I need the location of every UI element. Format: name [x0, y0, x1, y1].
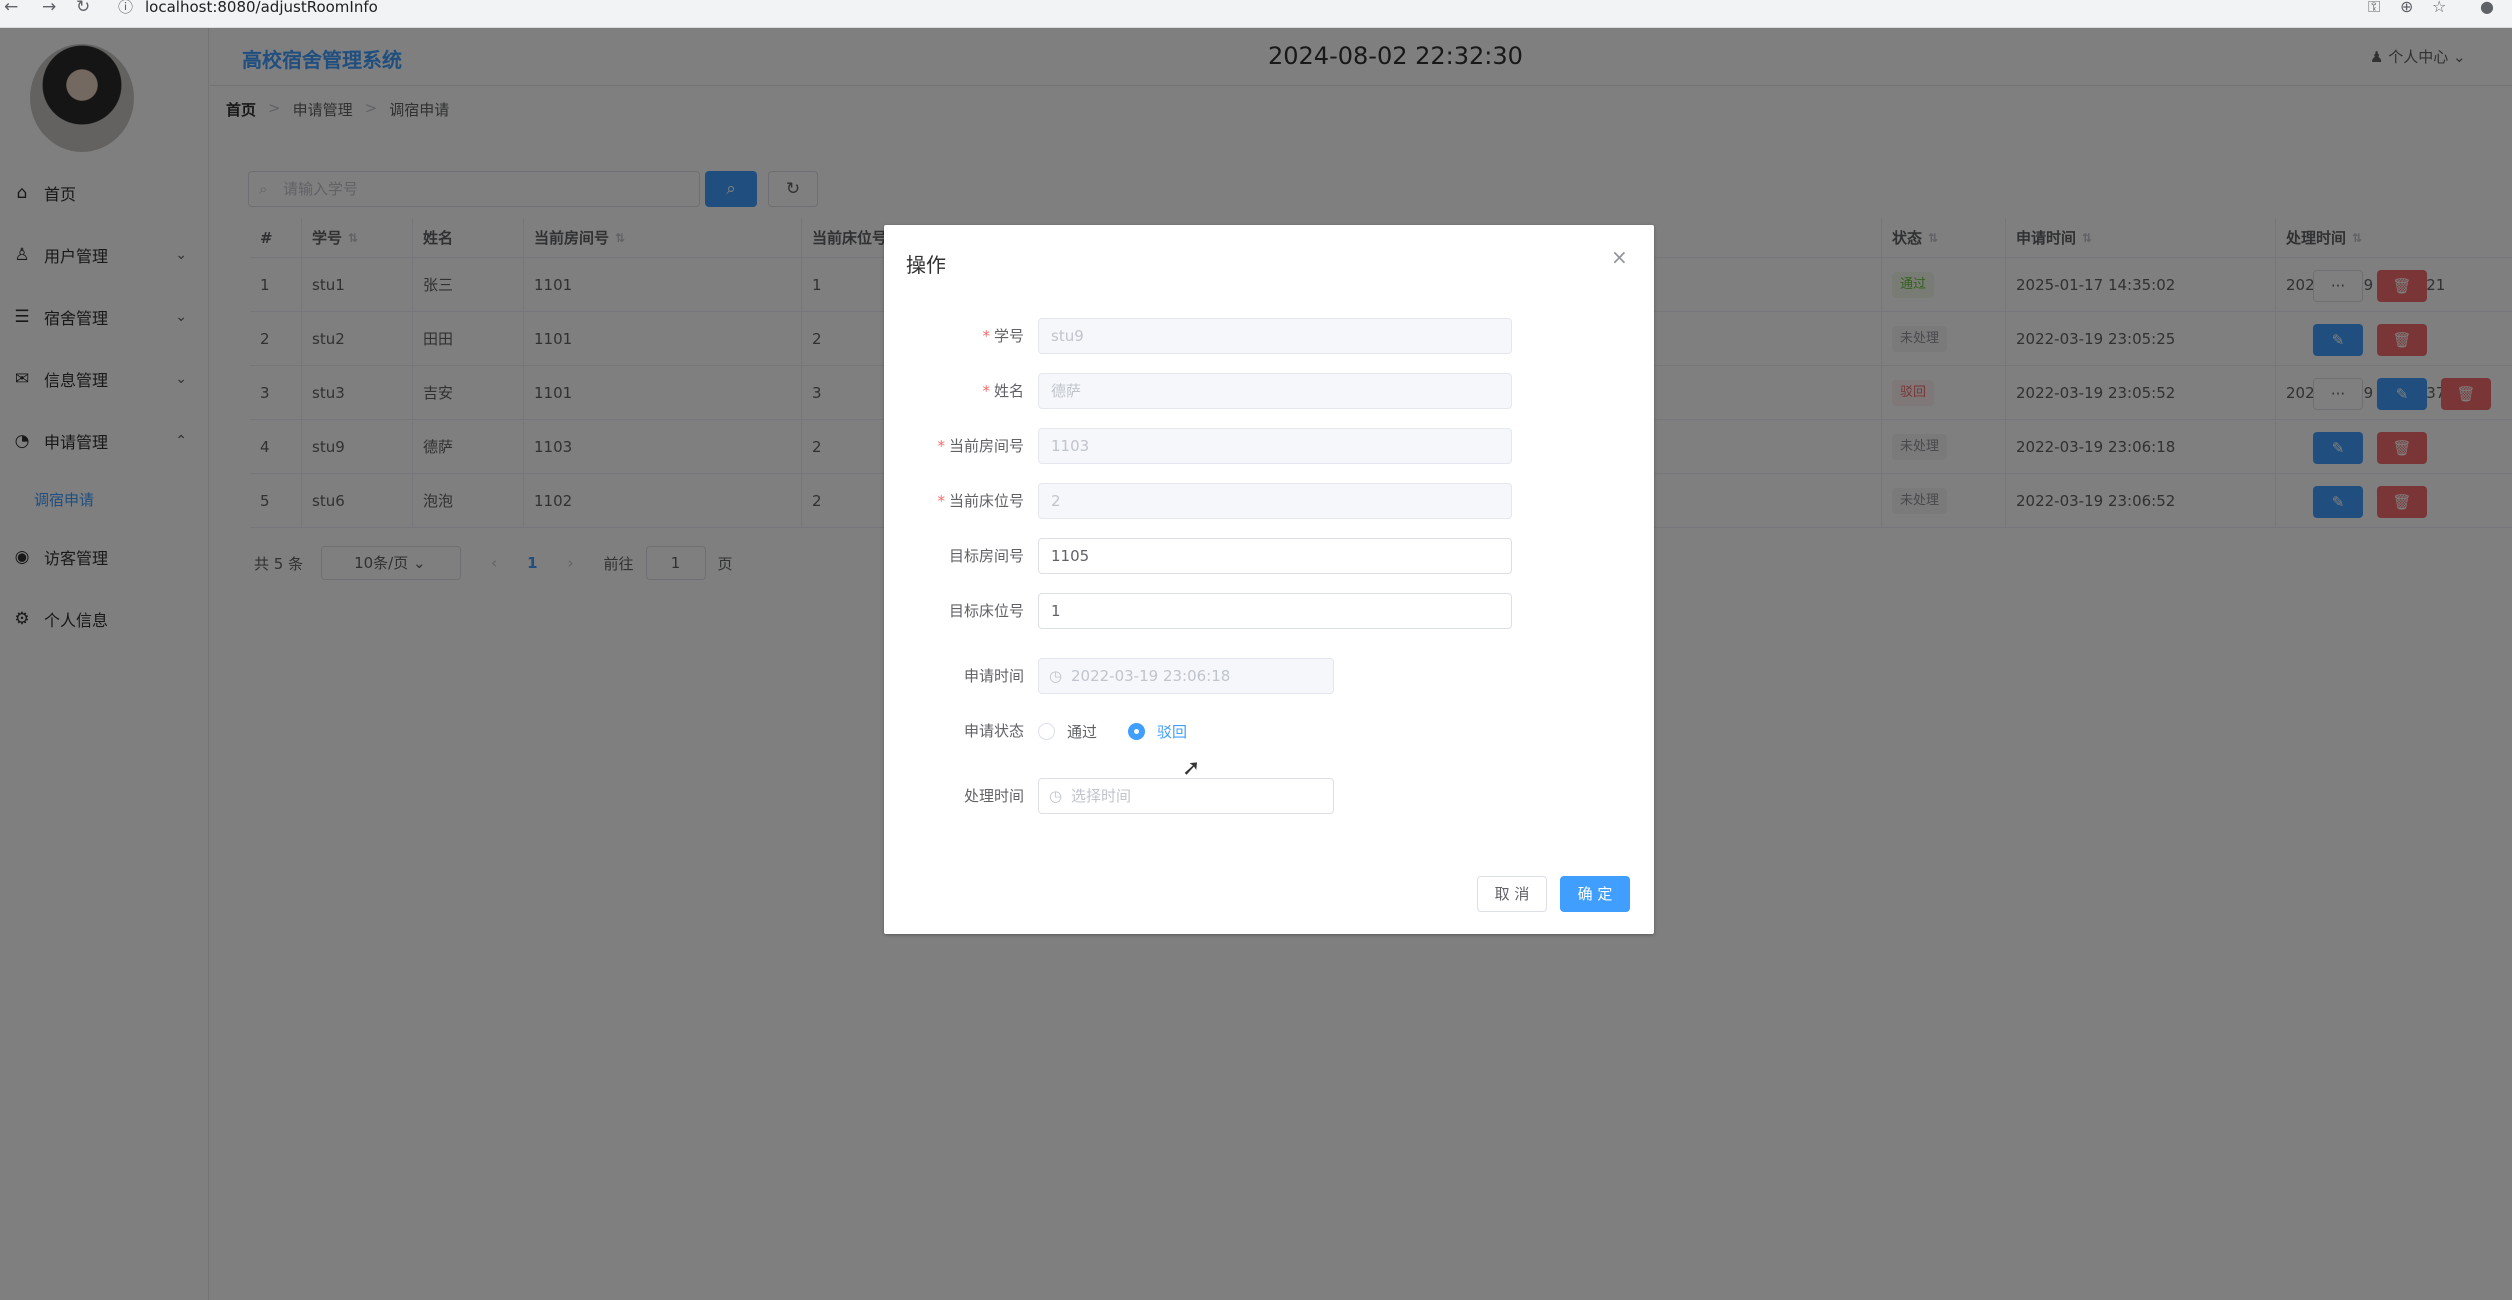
form-row-apply-time: 申请时间 ◷ 2022-03-19 23:06:18 [884, 658, 1654, 694]
handle-time-placeholder: 选择时间 [1071, 787, 1132, 805]
site-info-icon[interactable]: ⓘ [118, 0, 133, 15]
form-label: * 学号 [982, 327, 1024, 345]
radio-dot [1038, 723, 1055, 740]
mouse-cursor-icon: ➚ [1182, 756, 1201, 781]
form-label: 处理时间 [963, 787, 1024, 805]
clock-icon: ◷ [1049, 667, 1063, 685]
form-row-target-room: 目标房间号 1105 [884, 538, 1654, 574]
target-room-field[interactable]: 1105 [1038, 538, 1512, 574]
cancel-button[interactable]: 取 消 [1477, 876, 1547, 912]
form-label: 申请状态 [963, 722, 1024, 740]
form-row-handle-time: 处理时间 ◷ 选择时间 [884, 778, 1654, 814]
star-icon[interactable]: ☆ [2432, 0, 2446, 15]
form-row-name: * 姓名 德萨 [884, 373, 1654, 409]
form-row-current-bed: * 当前床位号 2 [884, 483, 1654, 519]
apply-time-picker: ◷ 2022-03-19 23:06:18 [1038, 658, 1334, 694]
form-row-target-bed: 目标床位号 1 [884, 593, 1654, 629]
address-bar[interactable]: localhost:8080/adjustRoomInfo [145, 0, 378, 15]
back-icon[interactable]: ← [4, 0, 18, 16]
key-icon[interactable]: ⚿ [2368, 0, 2380, 15]
form-label: 目标床位号 [948, 602, 1024, 620]
current-bed-field: 2 [1038, 483, 1512, 519]
form-label: 申请时间 [963, 667, 1024, 685]
form-row-current-room: * 当前房间号 1103 [884, 428, 1654, 464]
radio-reject[interactable]: 驳回 [1128, 721, 1187, 742]
handle-time-picker[interactable]: ◷ 选择时间 [1038, 778, 1334, 814]
browser-toolbar: ← → ↻ ⓘ localhost:8080/adjustRoomInfo ⚿ … [0, 0, 2512, 28]
radio-label: 驳回 [1157, 723, 1188, 741]
radio-approve[interactable]: 通过 [1038, 721, 1097, 742]
form-label: 目标房间号 [948, 547, 1024, 565]
target-bed-field[interactable]: 1 [1038, 593, 1512, 629]
form-label: * 当前床位号 [937, 492, 1024, 510]
operation-dialog: 操作 × * 学号 stu9 * 姓名 德萨 * 当前房间号 1103 * 当前床位号 … [884, 225, 1654, 934]
forward-icon[interactable]: → [42, 0, 56, 16]
apply-time-value: 2022-03-19 23:06:18 [1071, 667, 1231, 685]
student-id-field: stu9 [1038, 318, 1512, 354]
name-field: 德萨 [1038, 373, 1512, 409]
radio-label: 通过 [1067, 723, 1098, 741]
form-label: * 当前房间号 [937, 437, 1024, 455]
close-icon[interactable]: × [1611, 245, 1628, 269]
radio-dot [1128, 723, 1145, 740]
form-label: * 姓名 [982, 382, 1024, 400]
current-room-field: 1103 [1038, 428, 1512, 464]
clock-icon: ◷ [1049, 787, 1063, 805]
form-row-student-id: * 学号 stu9 [884, 318, 1654, 354]
profile-icon[interactable]: ● [2480, 0, 2494, 15]
form-row-status: 申请状态 通过 驳回 [884, 713, 1654, 749]
dialog-title: 操作 [906, 253, 946, 277]
reload-icon[interactable]: ↻ [76, 0, 90, 16]
zoom-icon[interactable]: ⊕ [2400, 0, 2413, 15]
confirm-button[interactable]: 确 定 [1560, 876, 1630, 912]
